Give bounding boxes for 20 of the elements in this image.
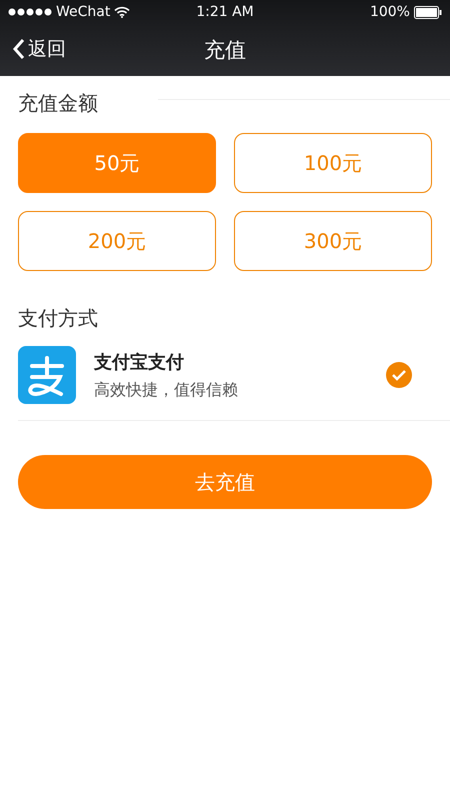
carrier-name: WeChat <box>56 4 110 20</box>
payment-app-icon <box>18 346 76 404</box>
battery-icon <box>414 6 442 18</box>
amount-option[interactable]: 200元 <box>18 211 216 271</box>
payment-method-description: 高效快捷，值得信赖 <box>94 380 239 400</box>
amount-option[interactable]: 100元 <box>234 133 432 193</box>
back-icon <box>12 38 26 60</box>
check-icon[interactable] <box>386 362 412 388</box>
amount-option[interactable]: 300元 <box>234 211 432 271</box>
section-title: 充值金额 <box>18 90 98 117</box>
payment-method-name: 支付宝支付 <box>94 350 185 374</box>
signal-icon <box>8 8 52 16</box>
wifi-icon <box>114 6 130 18</box>
recharge-button[interactable]: 去充值 <box>18 455 432 509</box>
battery-percent: 100% <box>370 4 410 20</box>
amount-option[interactable]: 50元 <box>18 133 216 193</box>
status-time: 1:21 AM <box>196 4 254 20</box>
back-button[interactable]: 返回 <box>10 34 68 64</box>
page-title: 充值 <box>204 37 246 64</box>
section-title: 支付方式 <box>18 305 99 332</box>
